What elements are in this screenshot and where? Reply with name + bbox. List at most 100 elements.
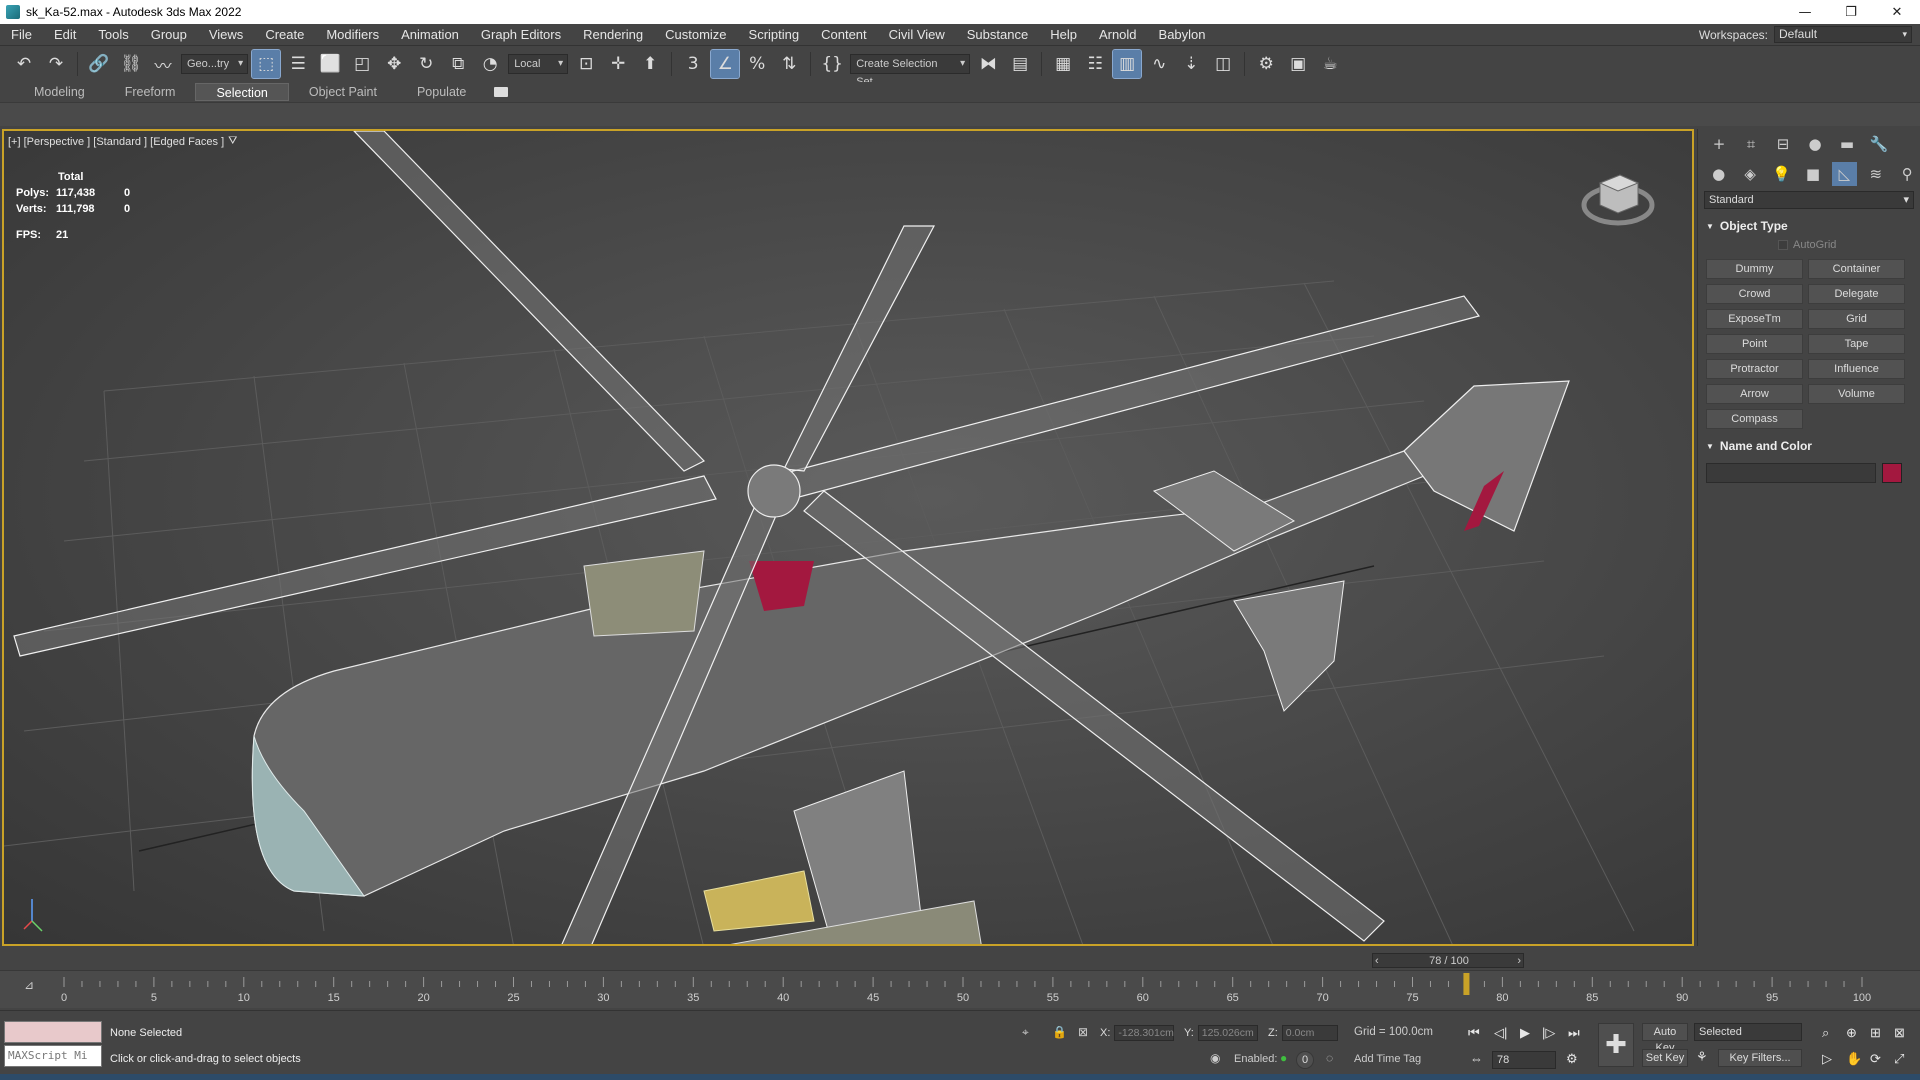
selection-set-dropdown[interactable]: Selected (1694, 1023, 1802, 1041)
lights-icon[interactable]: 💡 (1769, 162, 1794, 186)
add-time-tag[interactable]: Add Time Tag (1354, 1053, 1421, 1065)
reference-coordinate-dropdown[interactable]: Local (508, 54, 569, 74)
menu-animation[interactable]: Animation (390, 24, 470, 46)
play-icon[interactable]: ▶ (1520, 1025, 1530, 1041)
delegate-button[interactable]: Delegate (1808, 284, 1905, 304)
ribbon-options-icon[interactable] (494, 87, 509, 97)
container-button[interactable]: Container (1808, 259, 1905, 279)
restore-button[interactable]: ❐ (1828, 0, 1874, 24)
menu-create[interactable]: Create (254, 24, 315, 46)
exposetm-button[interactable]: ExposeTm (1706, 309, 1803, 329)
menu-views[interactable]: Views (198, 24, 254, 46)
bind-space-warp-icon[interactable]: 〰 (149, 50, 177, 78)
create-tab-icon[interactable]: + (1706, 132, 1732, 156)
filter-icon[interactable]: ⛛ (228, 135, 237, 148)
current-frame-field[interactable]: 78 (1492, 1051, 1556, 1069)
helper-category-dropdown[interactable]: Standard (1704, 191, 1914, 209)
tab-populate[interactable]: Populate (397, 83, 486, 101)
menu-substance[interactable]: Substance (956, 24, 1039, 46)
undo-button[interactable]: ↶ (10, 50, 38, 78)
menu-graph-editors[interactable]: Graph Editors (470, 24, 572, 46)
zoom-all-icon[interactable]: ⊕ (1846, 1025, 1857, 1041)
angle-snap-icon[interactable]: ∠ (710, 49, 741, 79)
cameras-icon[interactable]: ■ (1800, 162, 1825, 186)
schematic-view-icon[interactable]: ⇣ (1177, 50, 1205, 78)
systems-icon[interactable]: ⚲ (1895, 162, 1920, 186)
keyboard-shortcut-icon[interactable]: ⬆ (636, 50, 664, 78)
viewport-label-text[interactable]: [+] [Perspective ] [Standard ] [Edged Fa… (8, 136, 224, 148)
key-filter-icon[interactable]: ⚘ (1696, 1049, 1708, 1065)
z-input[interactable]: 0.0cm (1281, 1025, 1338, 1041)
previous-key-icon[interactable]: ◁| (1494, 1025, 1507, 1041)
pan-icon[interactable]: ✋ (1846, 1051, 1862, 1067)
absolute-mode-icon[interactable]: ⊠ (1078, 1025, 1088, 1039)
workspace-dropdown[interactable]: Default ▾ (1774, 26, 1912, 43)
mirror-icon[interactable]: ⧓ (974, 50, 1002, 78)
menu-file[interactable]: File (0, 24, 43, 46)
field-of-view-icon[interactable]: ▷ (1822, 1051, 1832, 1067)
viewcube-icon[interactable] (1580, 161, 1656, 237)
maximize-viewport-icon[interactable]: ⤢ (1894, 1051, 1904, 1067)
edit-named-selection-icon[interactable]: {} (818, 50, 846, 78)
go-to-start-icon[interactable]: ⏮ (1468, 1025, 1480, 1041)
render-setup-icon[interactable]: ⚙ (1252, 50, 1280, 78)
zoom-extents-icon[interactable]: ⊞ (1870, 1025, 1881, 1041)
scale-icon[interactable]: ⧉ (444, 50, 472, 78)
select-by-name-icon[interactable]: ☰ (284, 50, 312, 78)
autogrid-checkbox[interactable] (1778, 240, 1788, 250)
rectangular-selection-icon[interactable]: ⬜ (316, 50, 344, 78)
menu-civil-view[interactable]: Civil View (878, 24, 956, 46)
manipulate-icon[interactable]: ✛ (604, 50, 632, 78)
tape-button[interactable]: Tape (1808, 334, 1905, 354)
time-config-icon[interactable]: ⚙ (1566, 1051, 1578, 1067)
grid-button[interactable]: Grid (1808, 309, 1905, 329)
zoom-extents-all-icon[interactable]: ⊠ (1894, 1025, 1905, 1041)
window-crossing-icon[interactable]: ◰ (348, 50, 376, 78)
influence-button[interactable]: Influence (1808, 359, 1905, 379)
y-input[interactable]: 125.026cm (1197, 1025, 1258, 1041)
go-to-end-icon[interactable]: ⏭ (1568, 1025, 1580, 1041)
geometry-icon[interactable]: ● (1706, 162, 1731, 186)
menu-tools[interactable]: Tools (87, 24, 139, 46)
redo-button[interactable]: ↷ (42, 50, 70, 78)
layer-explorer-icon[interactable]: ☷ (1081, 50, 1109, 78)
arrow-button[interactable]: Arrow (1706, 384, 1803, 404)
isolate-selection-icon[interactable]: ⌖ (1022, 1025, 1029, 1040)
current-time-marker[interactable] (1463, 973, 1470, 995)
utilities-tab-icon[interactable]: 🔧 (1866, 132, 1892, 156)
enabled-toggle[interactable]: 0 (1296, 1051, 1314, 1069)
named-selection-dropdown[interactable]: Create Selection Set (850, 54, 971, 88)
name-and-color-rollout[interactable]: ▼ Name and Color (1702, 437, 1916, 455)
rendered-frame-window-icon[interactable]: ▣ (1284, 50, 1312, 78)
viewport-label[interactable]: [+] [Perspective ] [Standard ] [Edged Fa… (8, 135, 237, 148)
tab-freeform[interactable]: Freeform (105, 83, 196, 101)
compass-button[interactable]: Compass (1706, 409, 1803, 429)
snap-3d-icon[interactable]: 3 (679, 50, 707, 78)
menu-modifiers[interactable]: Modifiers (315, 24, 390, 46)
hierarchy-tab-icon[interactable]: ⊟ (1770, 132, 1796, 156)
protractor-button[interactable]: Protractor (1706, 359, 1803, 379)
adaptive-degradation-icon[interactable]: ◉ (1210, 1051, 1220, 1065)
percent-snap-icon[interactable]: % (743, 50, 771, 78)
select-object-icon[interactable]: ⬚ (251, 49, 282, 79)
time-slider-thumb[interactable]: ‹ 78 / 100 › (1372, 953, 1524, 968)
crowd-button[interactable]: Crowd (1706, 284, 1803, 304)
zoom-icon[interactable]: ⌕ (1822, 1025, 1829, 1041)
align-icon[interactable]: ▤ (1006, 50, 1034, 78)
next-frame-icon[interactable]: › (1517, 955, 1521, 967)
move-icon[interactable]: ✥ (380, 50, 408, 78)
menu-edit[interactable]: Edit (43, 24, 87, 46)
pivot-center-icon[interactable]: ⊡ (572, 50, 600, 78)
place-icon[interactable]: ◔ (476, 50, 504, 78)
maxscript-listener-output[interactable] (4, 1021, 102, 1043)
space-warps-icon[interactable]: ≋ (1863, 162, 1888, 186)
render-production-icon[interactable]: ☕ (1316, 50, 1344, 78)
spinner-snap-icon[interactable]: ⇅ (775, 50, 803, 78)
dummy-button[interactable]: Dummy (1706, 259, 1803, 279)
motion-tab-icon[interactable]: ● (1802, 132, 1828, 156)
modify-tab-icon[interactable]: ⌗ (1738, 132, 1764, 156)
tab-object-paint[interactable]: Object Paint (289, 83, 397, 101)
point-button[interactable]: Point (1706, 334, 1803, 354)
curve-editor-icon[interactable]: ∿ (1145, 50, 1173, 78)
perspective-viewport[interactable]: [+] [Perspective ] [Standard ] [Edged Fa… (2, 129, 1694, 946)
